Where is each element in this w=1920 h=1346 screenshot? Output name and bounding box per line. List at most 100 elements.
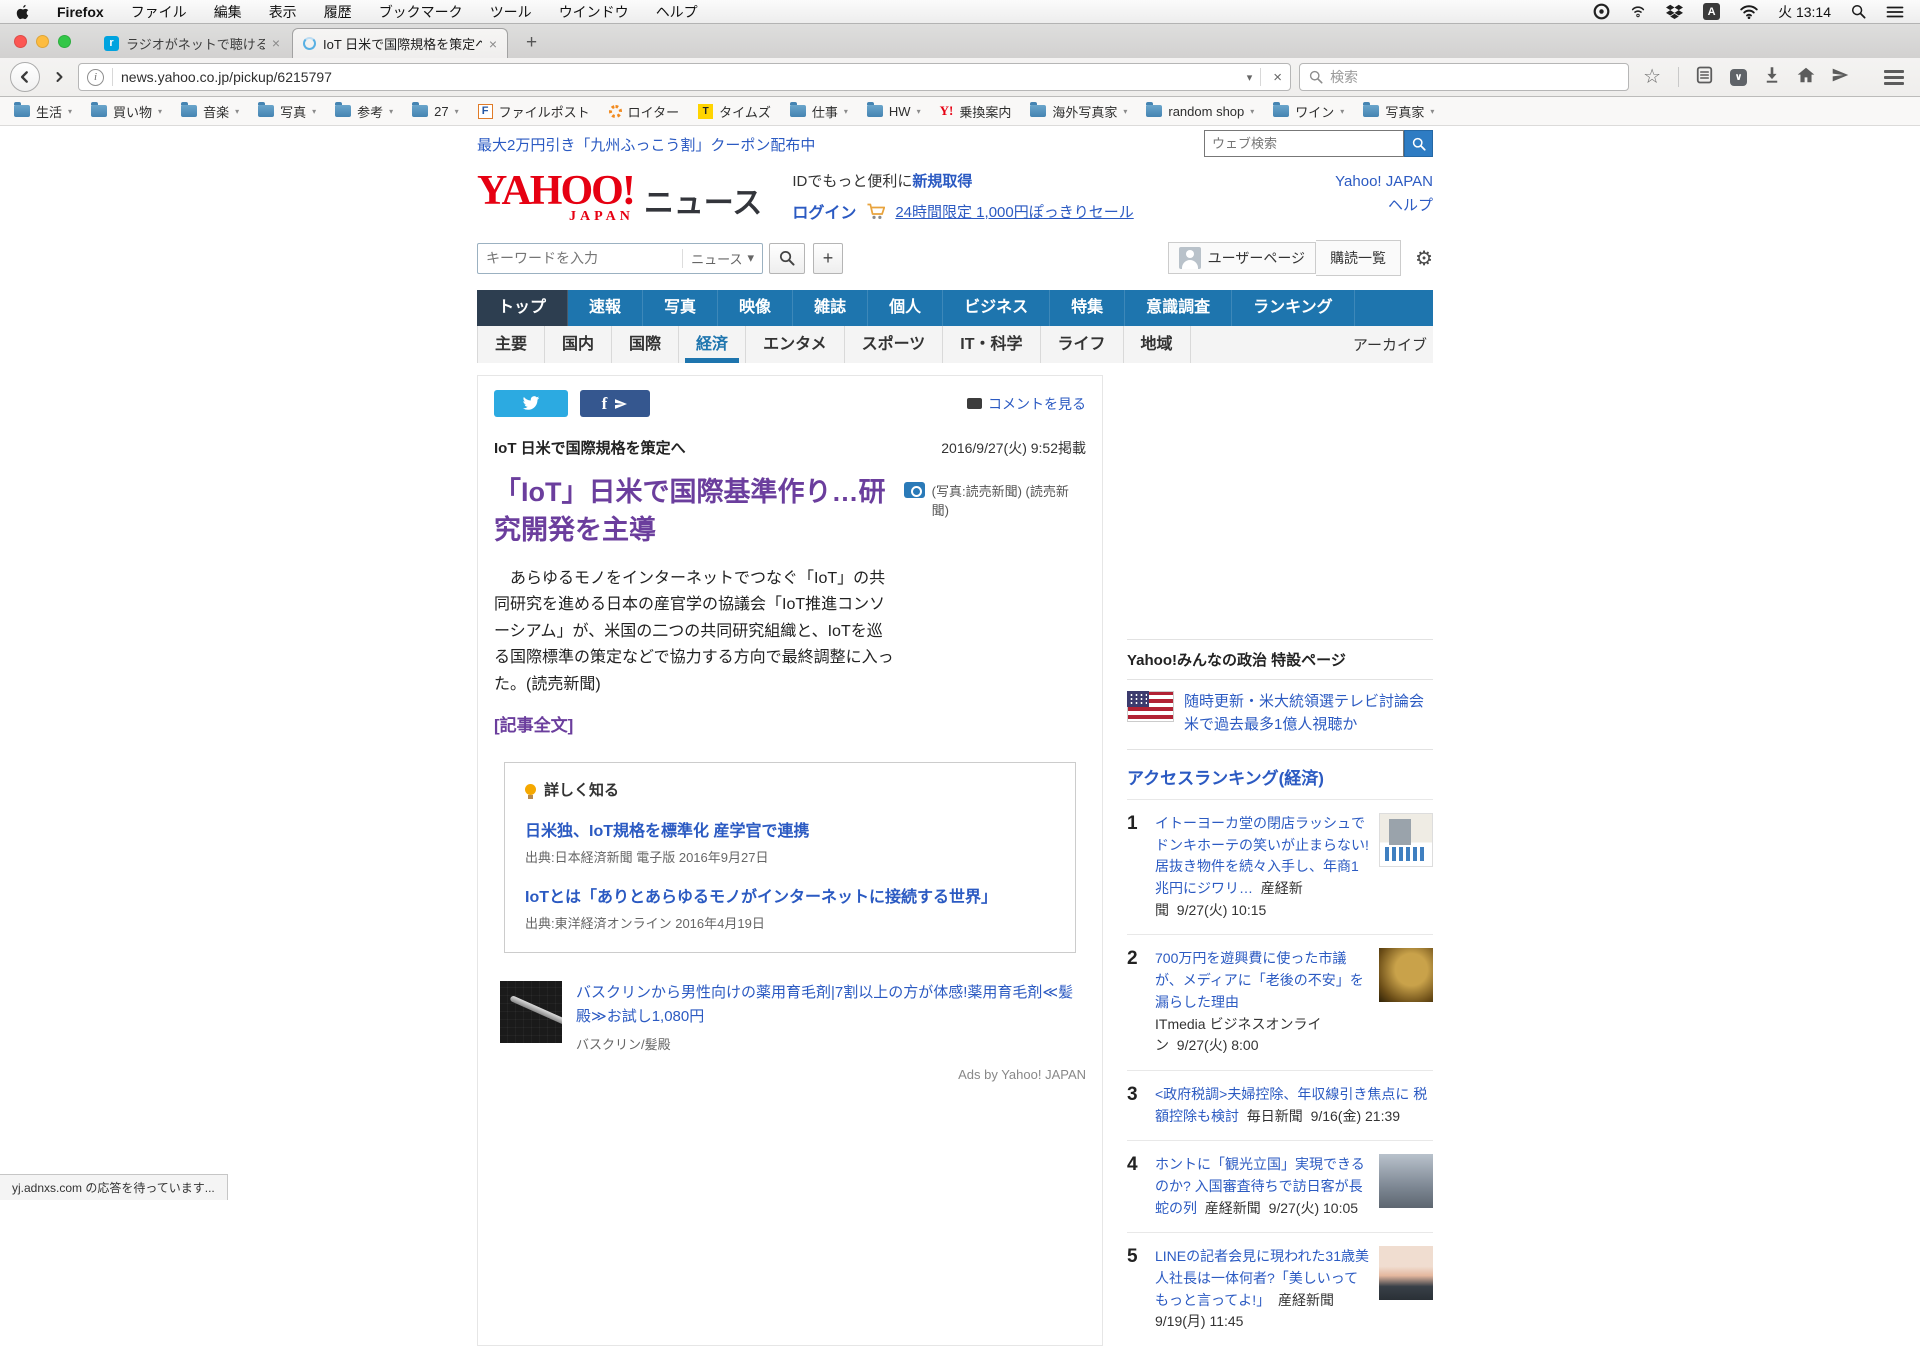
- bookmark-folder-kaigai[interactable]: 海外写真家▾: [1030, 102, 1127, 121]
- bookmark-reuters[interactable]: ロイター: [609, 102, 679, 121]
- service-name-news[interactable]: ニュース: [644, 178, 763, 222]
- full-article-link[interactable]: [記事全文]: [494, 711, 573, 736]
- subnav-kokunai[interactable]: 国内: [545, 326, 612, 363]
- wifi-icon[interactable]: [1740, 5, 1758, 19]
- politics-link[interactable]: 随時更新・米大統領選テレビ討論会 米で過去最多1億人視聴か: [1184, 691, 1433, 736]
- ranking-thumbnail[interactable]: [1379, 1246, 1433, 1300]
- news-search-button[interactable]: [769, 243, 805, 274]
- subnav-entame[interactable]: エンタメ: [746, 326, 845, 363]
- bookmark-folder-shashinka[interactable]: 写真家▾: [1363, 102, 1434, 121]
- zoom-window-button[interactable]: [58, 35, 71, 48]
- nav-tab-tokushu[interactable]: 特集: [1050, 290, 1125, 326]
- bookmark-folder-hw[interactable]: HW▾: [867, 104, 921, 119]
- firefox-search-field[interactable]: 検索: [1299, 63, 1629, 91]
- share-icon[interactable]: [1832, 67, 1849, 88]
- keyword-input[interactable]: [486, 250, 682, 266]
- tab-radiko[interactable]: r ラジオがネットで聴けるラ... ×: [94, 28, 290, 58]
- url-text[interactable]: news.yahoo.co.jp/pickup/6215797: [121, 69, 1239, 85]
- back-button[interactable]: [10, 62, 40, 92]
- nav-tab-zasshi[interactable]: 雑誌: [793, 290, 868, 326]
- yahoo-japan-logo[interactable]: YAHOO! JAPAN: [477, 170, 634, 224]
- url-bar[interactable]: i news.yahoo.co.jp/pickup/6215797 ▾ ×: [78, 63, 1291, 91]
- ranking-item-5[interactable]: 5 LINEの記者会見に現われた31歳美人社長は一体何者?「美しいってもっと言っ…: [1127, 1232, 1433, 1346]
- window-controls[interactable]: [14, 35, 71, 48]
- menu-item-view[interactable]: 表示: [269, 2, 297, 22]
- bookmark-filepost[interactable]: Fファイルポスト: [478, 102, 590, 121]
- url-dropdown-icon[interactable]: ▾: [1247, 71, 1253, 84]
- bookmark-folder-sankou[interactable]: 参考▾: [335, 102, 393, 121]
- pocket-icon[interactable]: ∨: [1730, 69, 1747, 86]
- subnav-life[interactable]: ライフ: [1041, 326, 1124, 363]
- menu-item-firefox[interactable]: Firefox: [57, 4, 104, 20]
- stop-loading-icon[interactable]: ×: [1269, 69, 1282, 86]
- nav-tab-eizo[interactable]: 映像: [718, 290, 793, 326]
- bookmark-folder-27[interactable]: 27▾: [412, 104, 458, 119]
- downloads-icon[interactable]: [1764, 66, 1780, 88]
- help-link[interactable]: ヘルプ: [1388, 197, 1433, 214]
- menu-item-bookmarks[interactable]: ブックマーク: [379, 2, 463, 22]
- menu-item-history[interactable]: 履歴: [324, 2, 352, 22]
- menu-item-file[interactable]: ファイル: [131, 2, 187, 22]
- nav-tab-ranking[interactable]: ランキング: [1232, 290, 1355, 326]
- ad-unit[interactable]: バスクリンから男性向けの薬用育毛剤|7割以上の方が体感!薬用育毛剤≪髪殿≫お試し…: [500, 981, 1080, 1053]
- tab-active-iot-news[interactable]: IoT 日米で国際規格を策定へ... ×: [292, 28, 508, 58]
- spotlight-icon[interactable]: [1851, 4, 1866, 19]
- bookmark-folder-shashin[interactable]: 写真▾: [258, 102, 316, 121]
- ranking-link[interactable]: LINEの記者会見に現われた31歳美人社長は一体何者?「美しいってもっと言ってよ…: [1155, 1248, 1369, 1307]
- ad-link[interactable]: バスクリンから男性向けの薬用育毛剤|7割以上の方が体感!薬用育毛剤≪髪殿≫お試し…: [576, 984, 1073, 1024]
- nav-tab-business[interactable]: ビジネス: [943, 290, 1050, 326]
- apple-menu-icon[interactable]: [16, 4, 30, 20]
- bookmark-transit[interactable]: Y!乗換案内: [940, 102, 1012, 121]
- ranking-thumbnail[interactable]: [1379, 948, 1433, 1002]
- menu-bar-clock[interactable]: 火 13:14: [1778, 2, 1831, 22]
- related-link[interactable]: IoTとは「ありとあらゆるモノがインターネットに接続する世界」: [525, 889, 997, 906]
- yahoo-top-link[interactable]: Yahoo! JAPAN: [1335, 173, 1433, 190]
- minimize-window-button[interactable]: [36, 35, 49, 48]
- close-window-button[interactable]: [14, 35, 27, 48]
- dropbox-icon[interactable]: [1666, 4, 1683, 19]
- menu-item-window[interactable]: ウインドウ: [559, 2, 629, 22]
- menu-item-tools[interactable]: ツール: [490, 2, 532, 22]
- ranking-item-3[interactable]: 3 <政府税調>夫婦控除、年収線引き焦点に 税額控除も検討 毎日新聞 9/16(…: [1127, 1070, 1433, 1140]
- menu-hamburger-icon[interactable]: [1884, 70, 1904, 85]
- menu-item-help[interactable]: ヘルプ: [656, 2, 698, 22]
- tab-close-icon[interactable]: ×: [489, 36, 497, 52]
- web-search-input[interactable]: [1204, 130, 1404, 157]
- bookmark-folder-kaimono[interactable]: 買い物▾: [91, 102, 162, 121]
- bookmark-folder-shigoto[interactable]: 仕事▾: [790, 102, 848, 121]
- ranking-thumbnail[interactable]: [1379, 1154, 1433, 1208]
- view-comments-link[interactable]: コメントを見る: [967, 394, 1086, 414]
- new-tab-button[interactable]: +: [516, 32, 547, 54]
- bookmark-star-icon[interactable]: ☆: [1643, 67, 1661, 87]
- gear-icon[interactable]: ⚙: [1415, 246, 1433, 271]
- sale-link[interactable]: 24時間限定 1,000円ぽっきりセール: [895, 201, 1133, 222]
- ranking-thumbnail[interactable]: [1379, 813, 1433, 867]
- search-scope-dropdown[interactable]: ニュース▾: [682, 249, 754, 268]
- twitter-share-button[interactable]: [494, 390, 568, 417]
- keyboard-wifi-icon[interactable]: [1630, 4, 1646, 19]
- subnav-it-kagaku[interactable]: IT・科学: [943, 326, 1040, 363]
- nav-tab-ishikichosa[interactable]: 意識調査: [1125, 290, 1232, 326]
- adobe-cc-icon[interactable]: [1593, 3, 1610, 20]
- ad-thumbnail[interactable]: [500, 981, 562, 1043]
- bookmark-folder-seikatsu[interactable]: 生活▾: [14, 102, 72, 121]
- subnav-sports[interactable]: スポーツ: [845, 326, 944, 363]
- ranking-link[interactable]: 700万円を遊興費に使った市議が、メディアに「老後の不安」を漏らした理由: [1155, 950, 1364, 1009]
- ranking-item-4[interactable]: 4 ホントに「観光立国」実現できるのか? 入国審査待ちで訪日客が長蛇の列 産経新…: [1127, 1140, 1433, 1232]
- home-icon[interactable]: [1797, 67, 1815, 88]
- user-page-link[interactable]: ユーザーページ: [1168, 242, 1316, 274]
- reading-list-icon[interactable]: [1696, 66, 1713, 89]
- article-title-link[interactable]: 「IoT」日米で国際基準作り…研究開発を主導: [494, 473, 886, 550]
- notification-center-icon[interactable]: [1886, 5, 1904, 19]
- signup-link[interactable]: 新規取得: [912, 173, 972, 190]
- subnav-chiiki[interactable]: 地域: [1124, 326, 1191, 363]
- politics-item[interactable]: 随時更新・米大統領選テレビ討論会 米で過去最多1億人視聴か: [1127, 680, 1433, 749]
- tab-close-icon[interactable]: ×: [272, 35, 280, 51]
- promo-link[interactable]: 最大2万円引き「九州ふっこう割」クーポン配布中: [477, 134, 815, 155]
- subnav-keizai[interactable]: 経済: [679, 326, 746, 363]
- bookmark-folder-ongaku[interactable]: 音楽▾: [181, 102, 239, 121]
- input-method-icon[interactable]: A: [1703, 3, 1720, 20]
- subscriptions-link[interactable]: 購読一覧: [1316, 240, 1401, 276]
- web-search-button[interactable]: [1404, 130, 1433, 157]
- related-link[interactable]: 日米独、IoT規格を標準化 産学官で連携: [525, 823, 809, 840]
